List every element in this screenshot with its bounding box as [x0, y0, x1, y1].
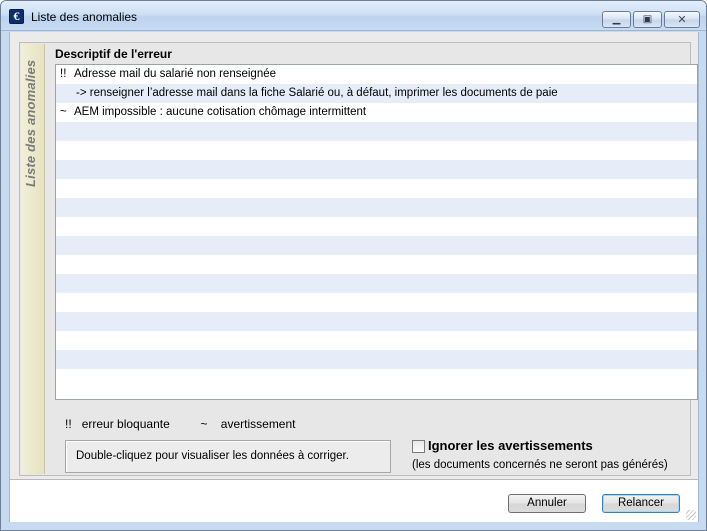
- anomalies-panel: Liste des anomalies Descriptif de l'erre…: [19, 42, 698, 476]
- list-row[interactable]: [56, 141, 697, 160]
- title-bar[interactable]: € Liste des anomalies ▁ ▣ ✕: [1, 1, 706, 31]
- hint-box: Double-cliquez pour visualiser les donné…: [65, 440, 391, 473]
- list-row[interactable]: [56, 160, 697, 179]
- ignore-warnings-label[interactable]: Ignorer les avertissements: [428, 438, 593, 453]
- resize-grip-icon[interactable]: [686, 510, 696, 520]
- client-area: Liste des anomalies Descriptif de l'erre…: [9, 32, 699, 522]
- side-tab: Liste des anomalies: [21, 44, 45, 474]
- list-row[interactable]: [56, 122, 697, 141]
- anomaly-list[interactable]: !! Adresse mail du salarié non renseignée…: [55, 64, 698, 400]
- list-row[interactable]: !! Adresse mail du salarié non renseignée: [56, 65, 697, 84]
- close-button[interactable]: ✕: [664, 11, 700, 28]
- cancel-button[interactable]: Annuler: [508, 494, 586, 513]
- row-severity-symbol: ~: [60, 106, 67, 118]
- list-row[interactable]: -> renseigner l’adresse mail dans la fic…: [56, 84, 697, 103]
- maximize-button[interactable]: ▣: [633, 11, 662, 28]
- side-tab-label: Liste des anomalies: [23, 59, 38, 187]
- row-message: -> renseigner l’adresse mail dans la fic…: [76, 87, 558, 99]
- list-row[interactable]: [56, 255, 697, 274]
- legend-blocking-symbol: !!: [65, 417, 72, 431]
- legend-warning-label: avertissement: [220, 417, 296, 431]
- minimize-button[interactable]: ▁: [602, 11, 631, 28]
- list-row[interactable]: [56, 331, 697, 350]
- list-row[interactable]: [56, 217, 697, 236]
- list-row[interactable]: [56, 369, 697, 388]
- row-severity-symbol: !!: [60, 68, 67, 80]
- row-message: AEM impossible : aucune cotisation chôma…: [74, 106, 367, 118]
- app-euro-icon: €: [9, 9, 24, 24]
- list-row[interactable]: [56, 179, 697, 198]
- list-row[interactable]: [56, 274, 697, 293]
- window-title: Liste des anomalies: [31, 10, 138, 24]
- ignore-warnings-checkbox[interactable]: [412, 440, 425, 453]
- list-row[interactable]: [56, 312, 697, 331]
- legend-warning-symbol: ~: [200, 417, 208, 431]
- hint-text: Double-cliquez pour visualiser les donné…: [76, 450, 349, 462]
- row-message: Adresse mail du salarié non renseignée: [74, 68, 277, 80]
- legend-blocking-label: erreur bloquante: [81, 417, 170, 431]
- retry-button[interactable]: Relancer: [602, 494, 680, 513]
- list-row[interactable]: [56, 350, 697, 369]
- anomalies-window: € Liste des anomalies ▁ ▣ ✕ Liste des an…: [0, 0, 707, 531]
- list-row[interactable]: [56, 236, 697, 255]
- legend: !! erreur bloquante ~ avertissement: [65, 417, 296, 431]
- list-row[interactable]: [56, 198, 697, 217]
- list-row[interactable]: ~ AEM impossible : aucune cotisation chôm…: [56, 103, 697, 122]
- list-row[interactable]: [56, 293, 697, 312]
- column-header-descriptif: Descriptif de l'erreur: [55, 47, 172, 61]
- ignore-warnings-note: (les documents concernés ne seront pas g…: [412, 459, 668, 471]
- button-bar: Annuler Relancer: [10, 479, 698, 522]
- close-icon: ✕: [677, 13, 687, 26]
